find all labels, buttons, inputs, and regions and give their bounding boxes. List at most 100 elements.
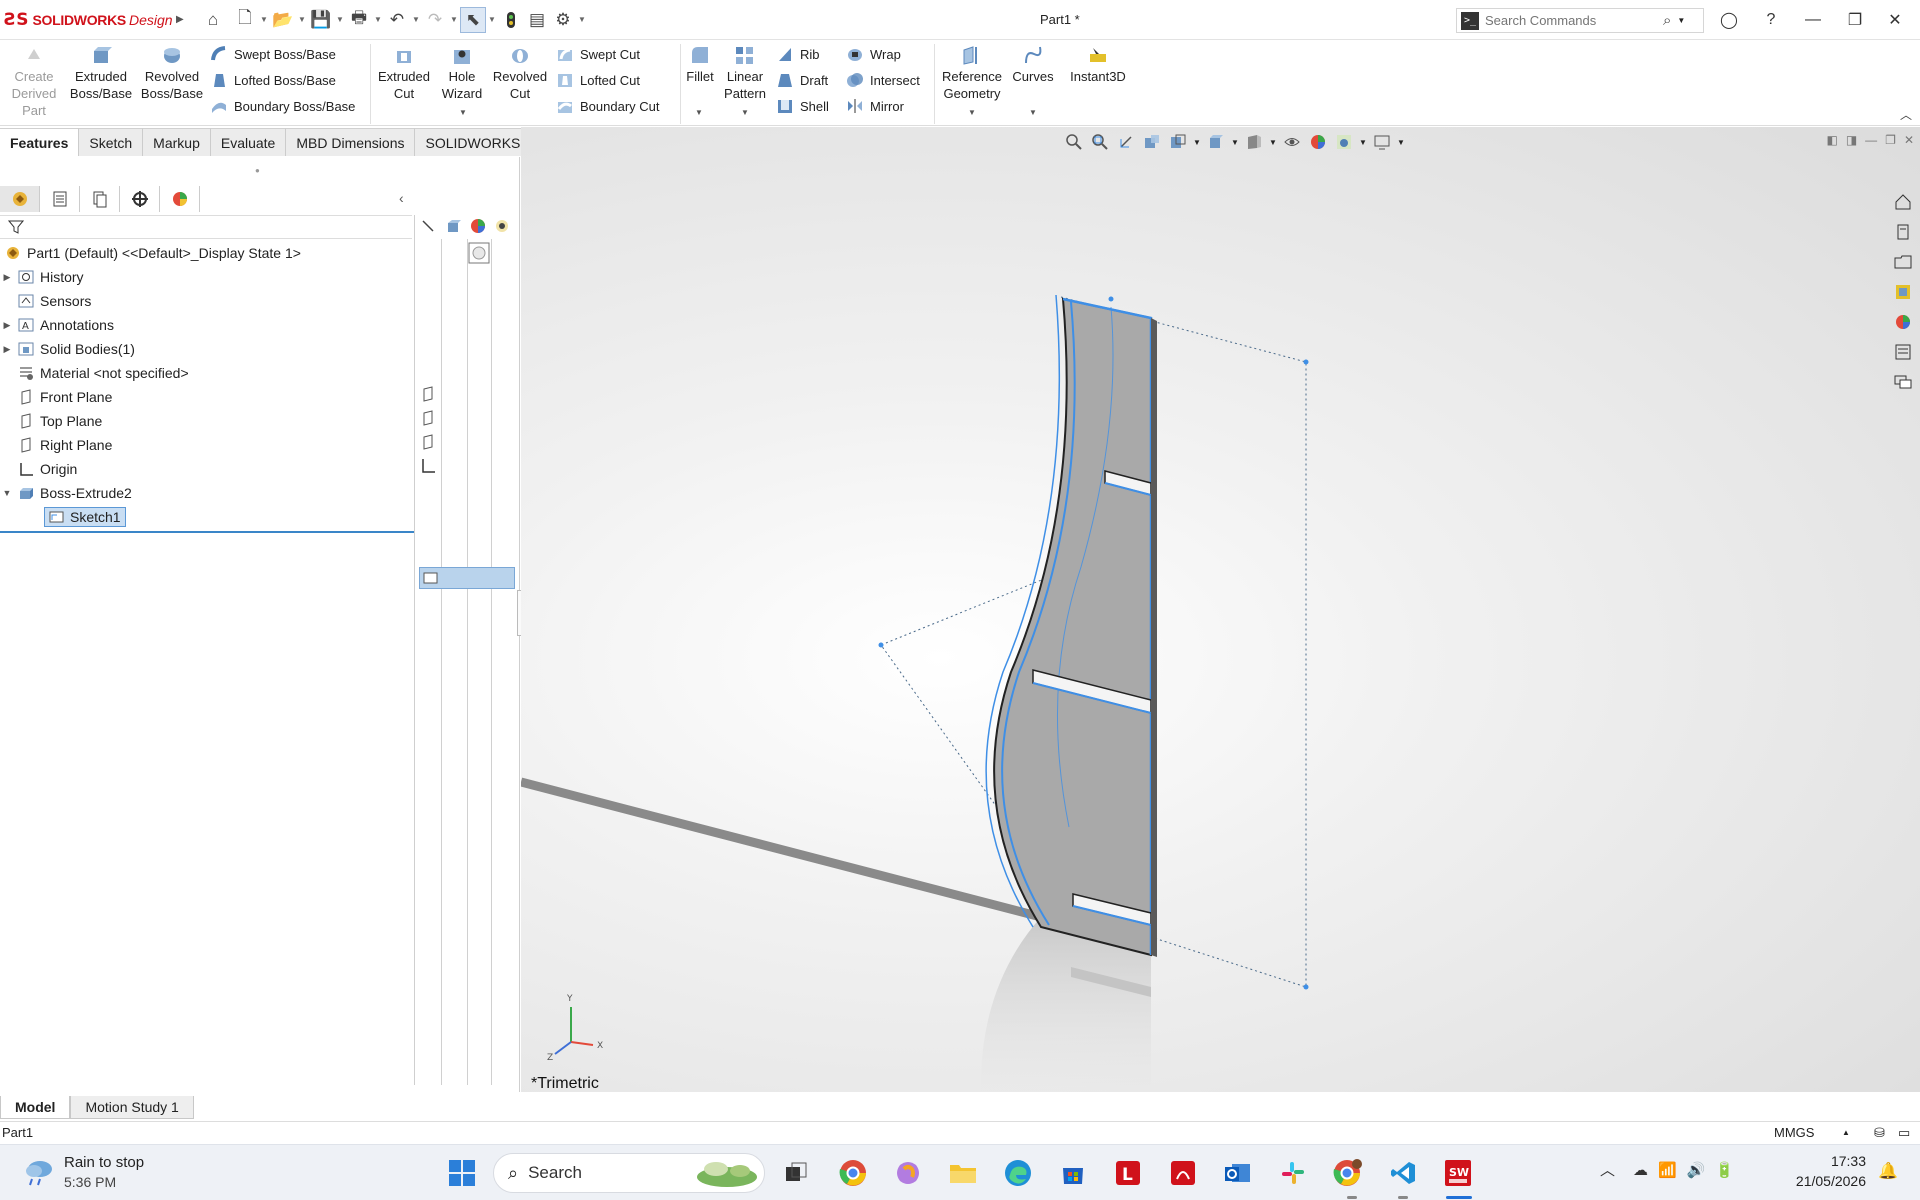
help-icon[interactable]: ? bbox=[1756, 7, 1786, 33]
new-dropdown-icon[interactable]: ▼ bbox=[258, 15, 270, 24]
open-icon[interactable]: 📂 bbox=[270, 7, 296, 33]
boundary-boss-base-button[interactable]: Boundary Boss/Base bbox=[210, 95, 355, 117]
redo-icon[interactable]: ↷ bbox=[422, 7, 448, 33]
extruded-cut-button[interactable]: Extruded Cut bbox=[374, 44, 434, 102]
display-mode-column-icon[interactable] bbox=[445, 217, 463, 238]
top-plane-visibility-icon[interactable] bbox=[419, 409, 437, 430]
tab-sketch[interactable]: Sketch bbox=[79, 128, 144, 156]
revolved-cut-button[interactable]: Revolved Cut bbox=[490, 44, 550, 102]
weather-widget[interactable]: Rain to stop 5:36 PM bbox=[22, 1153, 144, 1191]
taskbar-clock[interactable]: 17:33 21/05/2026 bbox=[1778, 1151, 1866, 1191]
expand-arrow-icon[interactable]: ▶ bbox=[0, 272, 14, 283]
tree-item-right-plane[interactable]: Right Plane bbox=[0, 433, 414, 457]
tab-model[interactable]: Model bbox=[0, 1096, 71, 1119]
select-dropdown-icon[interactable]: ▼ bbox=[486, 15, 498, 24]
linear-pattern-dropdown-icon[interactable]: ▼ bbox=[741, 108, 749, 117]
copilot-icon[interactable] bbox=[890, 1155, 926, 1191]
solidworks-taskbar-icon[interactable]: SW bbox=[1440, 1155, 1476, 1191]
windows-start-icon[interactable] bbox=[444, 1155, 480, 1191]
appearance-swatch-icon[interactable] bbox=[468, 242, 490, 267]
view-palette-icon[interactable] bbox=[1888, 277, 1918, 307]
display-manager-tab-icon[interactable] bbox=[160, 186, 200, 212]
linear-pattern-button[interactable]: Linear Pattern bbox=[720, 44, 770, 102]
right-plane-visibility-icon[interactable] bbox=[419, 433, 437, 454]
tree-item-origin[interactable]: Origin bbox=[0, 457, 414, 481]
construction-point[interactable] bbox=[1303, 984, 1309, 990]
view-triad[interactable]: Y X Z bbox=[547, 994, 603, 1063]
file-properties-icon[interactable]: ▤ bbox=[524, 7, 550, 33]
curved-panel-body[interactable] bbox=[993, 297, 1152, 957]
dimxpert-manager-tab-icon[interactable] bbox=[120, 186, 160, 212]
panel-grip-icon[interactable]: ● bbox=[255, 166, 260, 175]
lucid-app-icon[interactable]: L bbox=[1110, 1155, 1146, 1191]
units-dropdown-icon[interactable]: ▲ bbox=[1842, 1128, 1850, 1137]
outlook-icon[interactable] bbox=[1220, 1155, 1256, 1191]
show-hidden-icons-icon[interactable]: ︿ bbox=[1600, 1159, 1615, 1180]
tree-item-history[interactable]: ▶ History bbox=[0, 265, 414, 289]
task-view-icon[interactable] bbox=[778, 1155, 814, 1191]
file-explorer-taskbar-icon[interactable] bbox=[945, 1155, 981, 1191]
intersect-button[interactable]: Intersect bbox=[846, 69, 920, 91]
select-icon[interactable]: ⬉ bbox=[460, 6, 486, 33]
undo-dropdown-icon[interactable]: ▼ bbox=[410, 15, 422, 24]
construction-point[interactable] bbox=[1303, 359, 1309, 365]
boundary-cut-button[interactable]: Boundary Cut bbox=[556, 95, 660, 117]
feature-manager-tab-icon[interactable] bbox=[0, 186, 40, 212]
options-gear-icon[interactable]: ⚙ bbox=[550, 7, 576, 33]
edge-icon[interactable] bbox=[1000, 1155, 1036, 1191]
expand-arrow-icon[interactable]: ▶ bbox=[0, 344, 14, 355]
revolved-boss-base-button[interactable]: Revolved Boss/Base bbox=[138, 44, 206, 102]
minimize-icon[interactable]: — bbox=[1798, 7, 1828, 33]
construction-point[interactable] bbox=[1108, 296, 1114, 302]
tree-filter[interactable] bbox=[0, 215, 412, 239]
user-account-icon[interactable]: ◯ bbox=[1714, 7, 1744, 33]
appearances-scenes-icon[interactable] bbox=[1888, 307, 1918, 337]
search-icon[interactable]: ⌕ bbox=[1663, 12, 1671, 29]
curves-button[interactable]: Curves bbox=[1008, 44, 1058, 85]
tab-motion-study-1[interactable]: Motion Study 1 bbox=[70, 1096, 194, 1119]
tree-item-front-plane[interactable]: Front Plane bbox=[0, 385, 414, 409]
swept-boss-base-button[interactable]: Swept Boss/Base bbox=[210, 43, 336, 65]
custom-properties-icon[interactable] bbox=[1888, 337, 1918, 367]
tree-item-top-plane[interactable]: Top Plane bbox=[0, 409, 414, 433]
instant3d-button[interactable]: Instant3D bbox=[1064, 44, 1132, 85]
solidworks-forum-icon[interactable] bbox=[1888, 367, 1918, 397]
mirror-button[interactable]: Mirror bbox=[846, 95, 904, 117]
tree-item-sensors[interactable]: Sensors bbox=[0, 289, 414, 313]
onedrive-offline-icon[interactable]: ☁ bbox=[1633, 1161, 1648, 1179]
search-dropdown-icon[interactable]: ▼ bbox=[1677, 16, 1685, 25]
open-dropdown-icon[interactable]: ▼ bbox=[296, 15, 308, 24]
taskbar-search[interactable]: ⌕ Search bbox=[493, 1153, 765, 1193]
reference-geometry-dropdown-icon[interactable]: ▼ bbox=[968, 108, 976, 117]
shell-button[interactable]: Shell bbox=[776, 95, 829, 117]
restore-icon[interactable]: ❐ bbox=[1840, 7, 1870, 33]
pdf-reader-icon[interactable] bbox=[1165, 1155, 1201, 1191]
collapse-arrow-icon[interactable]: ▼ bbox=[0, 488, 14, 498]
vscode-icon[interactable] bbox=[1385, 1155, 1421, 1191]
model-canvas[interactable]: Y X Z bbox=[521, 127, 1920, 1092]
configuration-manager-tab-icon[interactable] bbox=[80, 186, 120, 212]
notifications-bell-icon[interactable]: 🔔 bbox=[1878, 1161, 1898, 1181]
options-dropdown-icon[interactable]: ▼ bbox=[576, 15, 588, 24]
tree-item-boss-extrude2[interactable]: ▼ Boss-Extrude2 bbox=[0, 481, 414, 505]
fillet-dropdown-icon[interactable]: ▼ bbox=[695, 108, 703, 117]
collapse-panel-icon[interactable]: ‹ bbox=[399, 190, 404, 206]
lofted-cut-button[interactable]: Lofted Cut bbox=[556, 69, 640, 91]
save-icon[interactable]: 💾 bbox=[308, 7, 334, 33]
wrap-button[interactable]: Wrap bbox=[846, 43, 901, 65]
extruded-boss-base-button[interactable]: Extruded Boss/Base bbox=[68, 44, 134, 102]
property-manager-tab-icon[interactable] bbox=[40, 186, 80, 212]
origin-visibility-icon[interactable] bbox=[419, 457, 437, 478]
collapse-ribbon-icon[interactable]: ︿ bbox=[1900, 106, 1912, 123]
microsoft-store-icon[interactable] bbox=[1055, 1155, 1091, 1191]
rebuild-icon[interactable] bbox=[498, 7, 524, 33]
tab-evaluate[interactable]: Evaluate bbox=[210, 128, 287, 156]
rib-button[interactable]: Rib bbox=[776, 43, 820, 65]
appearance-column-icon[interactable] bbox=[469, 217, 487, 238]
search-commands-input[interactable] bbox=[1485, 13, 1661, 28]
volume-icon[interactable]: 🔊 bbox=[1687, 1161, 1706, 1179]
new-document-icon[interactable]: 🗋 bbox=[232, 7, 258, 33]
swept-cut-button[interactable]: Swept Cut bbox=[556, 43, 640, 65]
wifi-icon[interactable]: 📶 bbox=[1658, 1161, 1677, 1179]
sketch1-display-row[interactable] bbox=[419, 567, 515, 589]
